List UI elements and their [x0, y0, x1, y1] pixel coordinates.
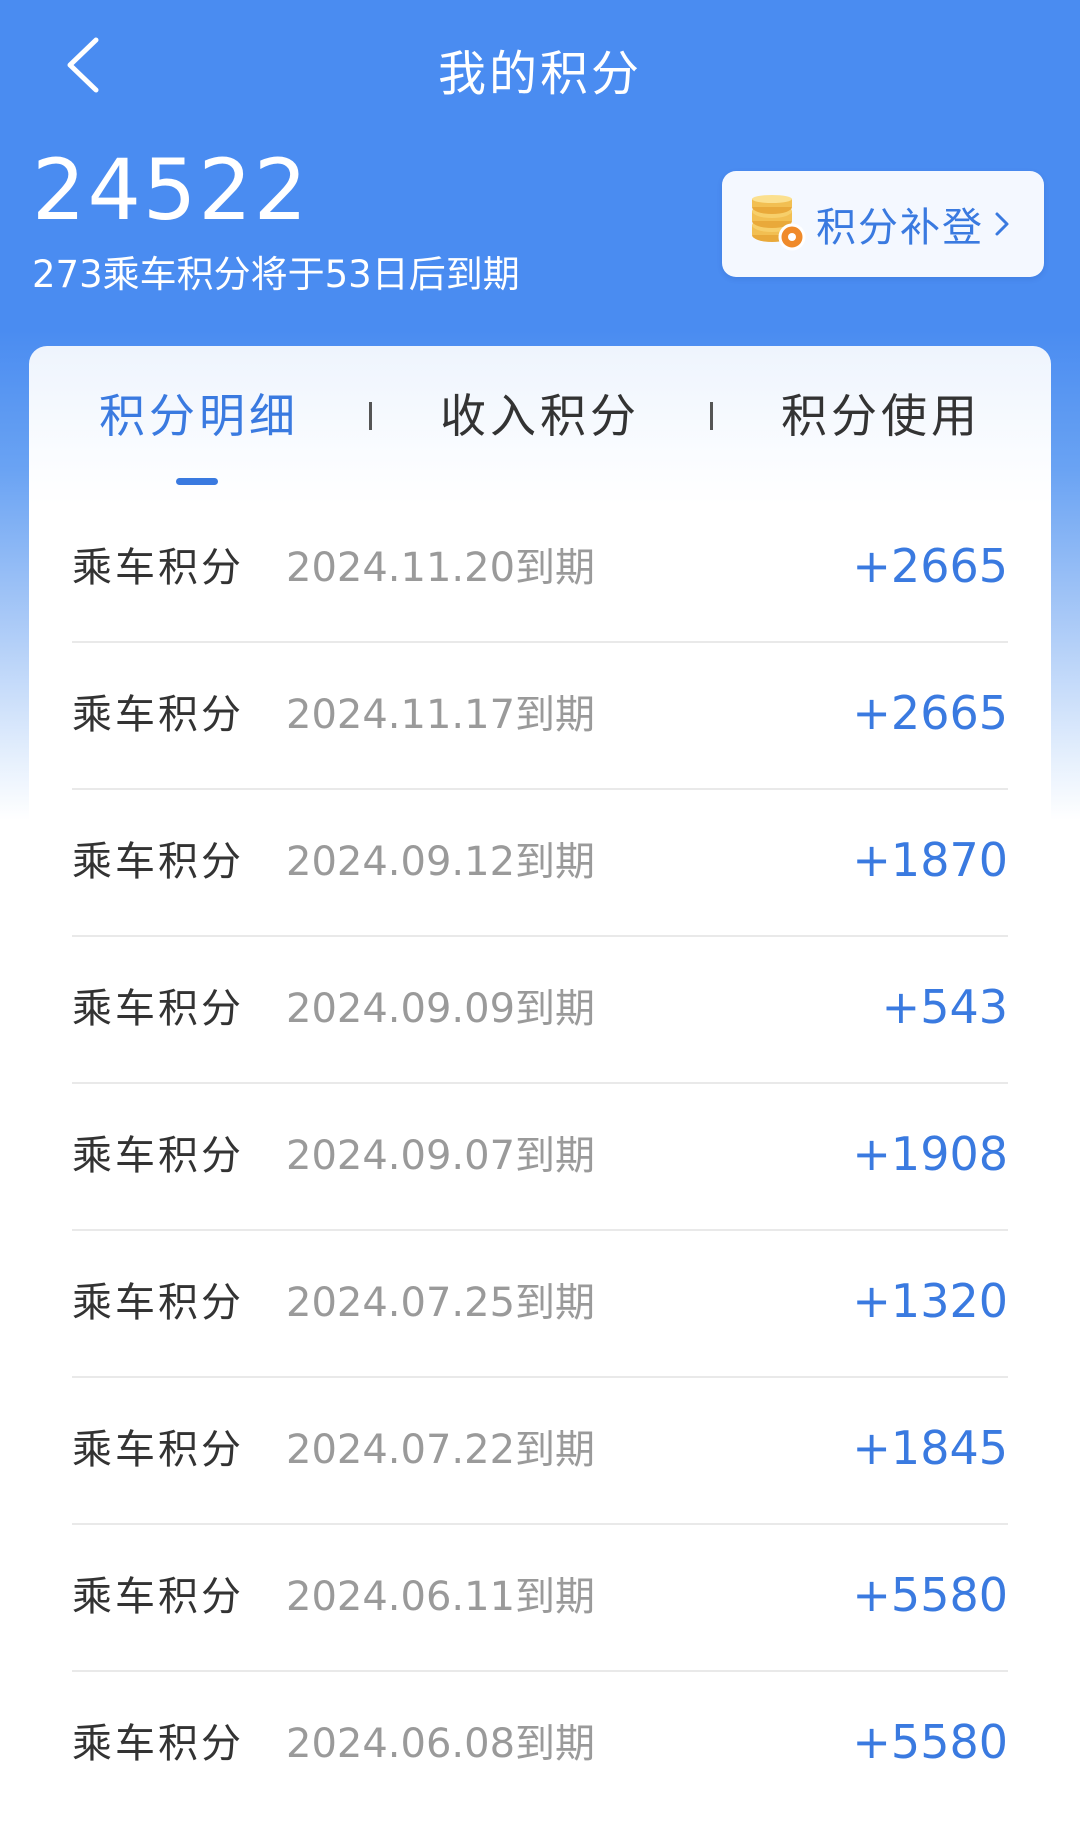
expire-note: 273乘车积分将于53日后到期 [32, 253, 520, 296]
page-title: 我的积分 [437, 46, 642, 102]
list-item[interactable]: 乘车积分 2024.09.09到期 +543 [72, 937, 1008, 1084]
list-item[interactable]: 乘车积分 2024.06.08到期 +5580 [72, 1672, 1008, 1819]
record-type: 乘车积分 [72, 839, 244, 885]
record-expiry-date: 2024.09.07到期 [286, 1133, 596, 1179]
record-expiry-date: 2024.09.12到期 [286, 839, 596, 885]
active-tab-indicator [176, 478, 218, 485]
list-item[interactable]: 乘车积分 2024.09.12到期 +1870 [72, 790, 1008, 937]
points-balance: 24522 [32, 141, 310, 239]
record-points: +5580 [852, 1568, 1008, 1622]
nav-bar: 我的积分 [0, 0, 1080, 130]
record-type: 乘车积分 [72, 1427, 244, 1473]
record-points: +1845 [852, 1421, 1008, 1475]
record-expiry-date: 2024.11.20到期 [286, 545, 596, 591]
points-supplement-button[interactable]: 积分补登 [722, 171, 1044, 277]
record-points: +2665 [852, 686, 1008, 740]
record-expiry-date: 2024.07.25到期 [286, 1280, 596, 1326]
record-points: +1908 [852, 1127, 1008, 1181]
record-type: 乘车积分 [72, 545, 244, 591]
record-points: +1870 [852, 833, 1008, 887]
record-type: 乘车积分 [72, 1280, 244, 1326]
record-points: +543 [881, 980, 1008, 1034]
coin-stack-icon [752, 195, 806, 251]
record-type: 乘车积分 [72, 986, 244, 1032]
record-points: +2665 [852, 539, 1008, 593]
list-item[interactable]: 乘车积分 2024.07.22到期 +1845 [72, 1378, 1008, 1525]
supplement-label: 积分补登 [816, 205, 984, 251]
record-expiry-date: 2024.11.17到期 [286, 692, 596, 738]
chevron-right-icon [995, 212, 1009, 236]
tab-points-usage[interactable]: 积分使用 [711, 386, 1051, 446]
list-item[interactable]: 乘车积分 2024.06.11到期 +5580 [72, 1525, 1008, 1672]
record-expiry-date: 2024.07.22到期 [286, 1427, 596, 1473]
record-expiry-date: 2024.06.11到期 [286, 1574, 596, 1620]
record-points: +1320 [852, 1274, 1008, 1328]
points-card: 积分明细 收入积分 积分使用 乘车积分 2024.11.20到期 +2665 乘… [29, 346, 1051, 1828]
points-record-list: 乘车积分 2024.11.20到期 +2665 乘车积分 2024.11.17到… [72, 496, 1008, 1819]
record-points: +5580 [852, 1715, 1008, 1769]
record-type: 乘车积分 [72, 1133, 244, 1179]
list-item[interactable]: 乘车积分 2024.11.20到期 +2665 [72, 496, 1008, 643]
record-type: 乘车积分 [72, 1721, 244, 1767]
record-type: 乘车积分 [72, 692, 244, 738]
list-item[interactable]: 乘车积分 2024.09.07到期 +1908 [72, 1084, 1008, 1231]
record-expiry-date: 2024.09.09到期 [286, 986, 596, 1032]
record-type: 乘车积分 [72, 1574, 244, 1620]
tab-points-detail[interactable]: 积分明细 [29, 386, 369, 446]
tab-bar: 积分明细 收入积分 积分使用 [29, 346, 1051, 486]
list-item[interactable]: 乘车积分 2024.07.25到期 +1320 [72, 1231, 1008, 1378]
record-expiry-date: 2024.06.08到期 [286, 1721, 596, 1767]
list-item[interactable]: 乘车积分 2024.11.17到期 +2665 [72, 643, 1008, 790]
tab-points-income[interactable]: 收入积分 [370, 386, 710, 446]
